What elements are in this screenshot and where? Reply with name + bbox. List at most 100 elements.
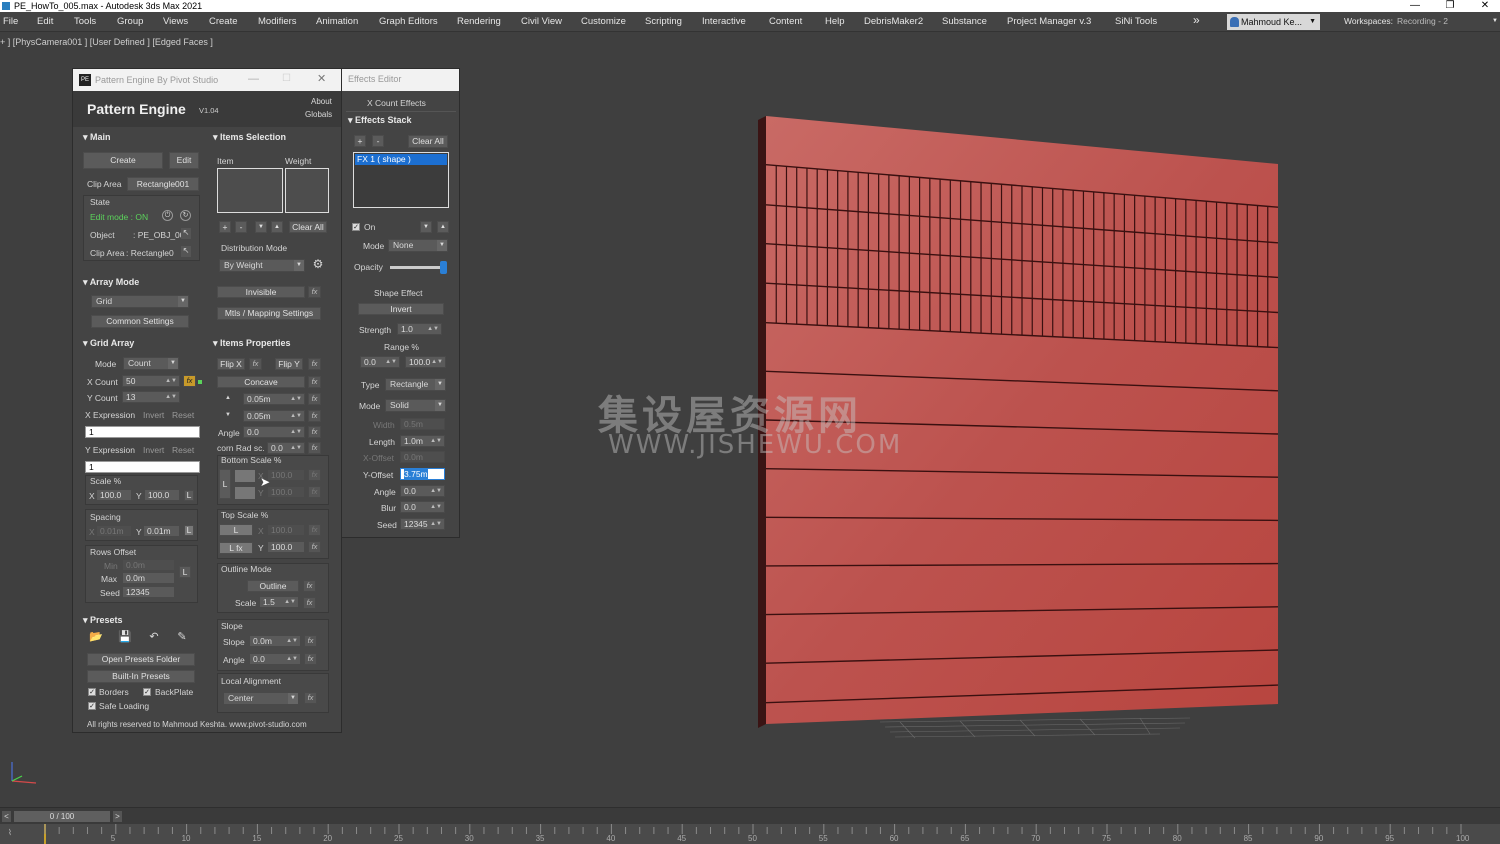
remove-effect-button[interactable]: - bbox=[372, 135, 384, 147]
pe-close-icon[interactable]: ✕ bbox=[317, 69, 326, 89]
range-min-spinner[interactable]: 0.0 ▲▼ bbox=[360, 356, 400, 368]
bottom-scale-y-spinner[interactable]: 100.0 bbox=[267, 486, 305, 498]
add-effect-button[interactable]: + bbox=[354, 135, 366, 147]
more-menus-icon[interactable]: » bbox=[1193, 13, 1200, 27]
menu-interactive[interactable]: Interactive bbox=[702, 16, 746, 27]
menu-customize[interactable]: Customize bbox=[581, 16, 626, 27]
save-icon[interactable]: 💾 bbox=[116, 630, 134, 646]
flip-x-fx-button[interactable]: fx bbox=[249, 358, 262, 370]
items-properties-section-header[interactable]: ▾ Items Properties bbox=[213, 338, 291, 349]
bottom-scale-x-spinner[interactable]: 100.0 bbox=[267, 469, 305, 481]
menu-content[interactable]: Content bbox=[769, 16, 802, 27]
menu-substance[interactable]: Substance bbox=[942, 16, 987, 27]
outline-scale-fx-button[interactable]: fx bbox=[303, 597, 316, 609]
refresh-icon[interactable]: ↻ bbox=[180, 210, 191, 221]
effects-tabs[interactable]: X Count Effects bbox=[367, 98, 426, 108]
user-account-button[interactable]: Mahmoud Ke... ▼ bbox=[1227, 14, 1320, 30]
x-expression-input[interactable]: 1 bbox=[85, 426, 200, 438]
common-settings-button[interactable]: Common Settings bbox=[91, 315, 189, 328]
workspaces-chevron-icon[interactable]: ▼ bbox=[1492, 18, 1498, 24]
move-down-button[interactable]: ▼ bbox=[255, 221, 267, 233]
invisible-fx-button[interactable]: fx bbox=[308, 286, 321, 298]
undo-icon[interactable]: ↶ bbox=[145, 630, 163, 646]
menu-create[interactable]: Create bbox=[209, 16, 238, 27]
bottom-scale-x-fx-button[interactable]: fx bbox=[308, 469, 321, 481]
property-1-spinner[interactable]: 0.05m ▲▼ bbox=[243, 393, 305, 405]
invisible-button[interactable]: Invisible bbox=[217, 286, 305, 298]
top-scale-x-spinner[interactable]: 100.0 bbox=[267, 524, 305, 536]
bottom-scale-lock-button[interactable]: L bbox=[219, 469, 231, 499]
eyedropper-icon[interactable]: ✎ bbox=[173, 630, 191, 646]
next-frame-icon[interactable]: > bbox=[113, 811, 122, 822]
effects-stack-section-header[interactable]: ▾ Effects Stack bbox=[348, 115, 412, 126]
close-window-icon[interactable]: ✕ bbox=[1470, 0, 1500, 12]
x-expression-invert[interactable]: Invert bbox=[143, 410, 164, 420]
borders-checkbox[interactable]: ✓ bbox=[88, 688, 96, 696]
blur-spinner[interactable]: 0.0 ▲▼ bbox=[400, 501, 445, 513]
top-scale-x-fx-button[interactable]: fx bbox=[308, 524, 321, 536]
concave-fx-button[interactable]: fx bbox=[308, 376, 321, 388]
pe-about-link[interactable]: About bbox=[311, 97, 332, 106]
width-spinner[interactable]: 0.5m bbox=[400, 418, 445, 430]
slope-angle-fx-button[interactable]: fx bbox=[304, 653, 317, 665]
timeline-ruler[interactable]: ⌇ 5 10 15 20 25 30 35 40 45 50 55 60 65 70 75 80 85 90 95 1… bbox=[0, 824, 1500, 844]
y-expression-invert[interactable]: Invert bbox=[143, 445, 164, 455]
top-scale-lock-fx-button[interactable]: L fx bbox=[219, 542, 253, 554]
open-presets-folder-button[interactable]: Open Presets Folder bbox=[87, 653, 195, 666]
mtls-mapping-settings-button[interactable]: Mtls / Mapping Settings bbox=[217, 307, 321, 320]
x-count-fx-button[interactable]: fx bbox=[183, 375, 196, 387]
items-list[interactable] bbox=[217, 168, 283, 213]
menu-graph-editors[interactable]: Graph Editors bbox=[379, 16, 438, 27]
pe-maximize-icon[interactable]: ☐ bbox=[282, 69, 291, 89]
shape-angle-spinner[interactable]: 0.0 ▲▼ bbox=[400, 485, 445, 497]
flip-x-button[interactable]: Flip X bbox=[217, 358, 245, 370]
slope-angle-spinner[interactable]: 0.0 ▲▼ bbox=[249, 653, 301, 665]
pe-globals-link[interactable]: Globals bbox=[305, 110, 332, 119]
menu-scripting[interactable]: Scripting bbox=[645, 16, 682, 27]
workspaces-select[interactable]: Recording - 2 bbox=[1397, 16, 1448, 26]
restore-icon[interactable]: ❐ bbox=[1435, 0, 1465, 12]
create-button[interactable]: Create bbox=[83, 152, 163, 169]
slope-fx-button[interactable]: fx bbox=[304, 635, 317, 647]
object-pick-icon[interactable]: ↖ bbox=[181, 228, 191, 239]
prev-frame-icon[interactable]: < bbox=[2, 811, 11, 822]
property-2-spinner[interactable]: 0.05m ▲▼ bbox=[243, 410, 305, 422]
flip-y-button[interactable]: Flip Y bbox=[275, 358, 303, 370]
length-spinner[interactable]: 1.0m ▲▼ bbox=[400, 435, 445, 447]
weights-list[interactable] bbox=[285, 168, 329, 213]
clear-all-items-button[interactable]: Clear All bbox=[289, 221, 327, 233]
items-selection-section-header[interactable]: ▾ Items Selection bbox=[213, 132, 286, 143]
presets-section-header[interactable]: ▾ Presets bbox=[83, 615, 123, 626]
y-expression-input[interactable]: 1 bbox=[85, 461, 200, 473]
effects-stack-list[interactable]: FX 1 ( shape ) bbox=[353, 152, 449, 208]
built-in-presets-button[interactable]: Built-In Presets bbox=[87, 670, 195, 683]
pe-minimize-icon[interactable]: — bbox=[248, 69, 259, 89]
strength-spinner[interactable]: 1.0 ▲▼ bbox=[397, 323, 442, 335]
y-offset-spinner[interactable]: 3.75m bbox=[400, 468, 445, 480]
open-folder-icon[interactable]: 📂 bbox=[87, 630, 105, 646]
scale-y-spinner[interactable]: 100.0 bbox=[144, 489, 180, 501]
menu-modifiers[interactable]: Modifiers bbox=[258, 16, 297, 27]
move-up-button[interactable]: ▲ bbox=[271, 221, 283, 233]
y-count-spinner[interactable]: 13 ▲▼ bbox=[122, 391, 180, 403]
settings-gear-icon[interactable]: ⚙ bbox=[311, 258, 325, 272]
local-alignment-fx-button[interactable]: fx bbox=[304, 692, 317, 704]
effect-move-down-button[interactable]: ▼ bbox=[420, 221, 432, 233]
menu-debrismaker[interactable]: DebrisMaker2 bbox=[864, 16, 923, 27]
grid-mode-select[interactable]: Count ▼ bbox=[123, 357, 179, 370]
spacing-x-spinner[interactable]: 0.01m bbox=[96, 525, 132, 537]
flip-y-fx-button[interactable]: fx bbox=[308, 358, 321, 370]
menu-group[interactable]: Group bbox=[117, 16, 143, 27]
menu-views[interactable]: Views bbox=[163, 16, 188, 27]
menu-file[interactable]: File bbox=[3, 16, 18, 27]
clip-pick-icon[interactable]: ↖ bbox=[181, 246, 191, 257]
grid-array-section-header[interactable]: ▾ Grid Array bbox=[83, 338, 134, 349]
backplate-checkbox[interactable]: ✓ bbox=[143, 688, 151, 696]
bottom-scale-y-fx-button[interactable]: fx bbox=[308, 486, 321, 498]
menu-edit[interactable]: Edit bbox=[37, 16, 53, 27]
opacity-slider-thumb[interactable] bbox=[440, 261, 447, 274]
add-item-button[interactable]: + bbox=[219, 221, 231, 233]
blend-mode-select[interactable]: None ▼ bbox=[388, 239, 448, 252]
corner-radius-spinner[interactable]: 0.0 ▲▼ bbox=[267, 442, 305, 454]
outline-fx-button[interactable]: fx bbox=[303, 580, 316, 592]
